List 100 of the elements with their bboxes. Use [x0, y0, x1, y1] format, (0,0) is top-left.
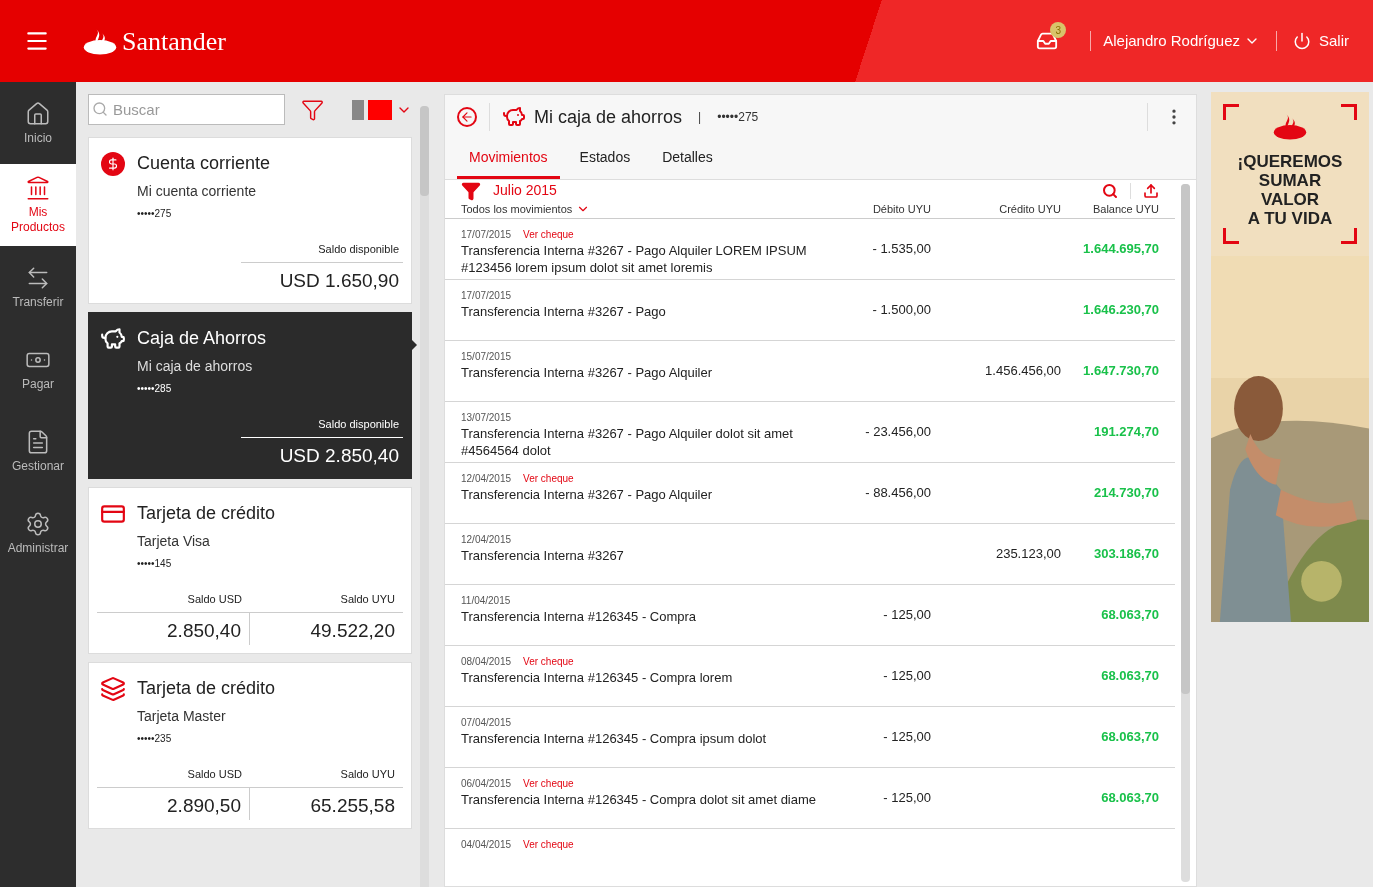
transaction-description: Transferencia Interna #126345 - Compra lorem	[461, 668, 734, 686]
transaction-description: Transferencia Interna #3267 - Pago Alquiler dolot sit amet #4564564 dolot	[461, 424, 794, 459]
product-card[interactable]: Tarjeta de crédito Tarjeta Master •••••235 Saldo USD Saldo UYU 2.890,50 65.255,58	[88, 662, 412, 829]
nav-item[interactable]: Gestionar	[0, 410, 76, 492]
logout-button[interactable]: Salir	[1293, 29, 1349, 53]
debit-amount: - 125,00	[882, 605, 931, 624]
balance-label: Saldo disponible	[318, 242, 400, 257]
product-name: Mi cuenta corriente	[137, 182, 258, 201]
balance-amount: 1.644.695,70	[1082, 239, 1159, 258]
back-icon[interactable]	[457, 107, 477, 127]
scrollbar[interactable]	[1181, 184, 1190, 882]
frame-corner	[1223, 228, 1239, 244]
balance-label: Saldo USD	[186, 767, 243, 782]
product-title: Tarjeta de crédito	[137, 677, 276, 700]
title-separator: |	[698, 109, 702, 126]
brand-name: Santander	[122, 25, 226, 58]
tab[interactable]: Estados	[567, 139, 643, 179]
transaction-date: 15/07/2015	[461, 349, 512, 364]
search-icon[interactable]	[1102, 182, 1118, 199]
product-name: Tarjeta Master	[137, 707, 227, 726]
filter-icon[interactable]	[461, 180, 481, 201]
frame-corner	[1341, 104, 1357, 120]
product-title: Cuenta corriente	[137, 152, 271, 175]
notification-badge: 3	[1050, 22, 1067, 38]
piggy-bank-icon	[100, 325, 126, 352]
cards-icon	[100, 675, 126, 702]
power-icon	[1293, 32, 1311, 50]
balance-amount: 191.274,70	[1092, 422, 1159, 441]
balance-label: Saldo USD	[186, 592, 243, 607]
transaction-date: 07/04/2015	[461, 715, 512, 730]
transaction-description: Transferencia Interna #3267	[461, 546, 625, 564]
ad-headline: ¡QUEREMOS SUMAR VALOR A TU VIDA	[1237, 152, 1343, 228]
view-check-link[interactable]: Ver cheque	[523, 653, 574, 669]
transaction-date: 12/04/2015	[461, 532, 512, 547]
search-icon	[92, 101, 108, 117]
debit-amount: - 23.456,00	[864, 422, 931, 441]
export-icon[interactable]	[1143, 182, 1159, 199]
balance-amount: 214.730,70	[1092, 483, 1159, 502]
transaction-description: Transferencia Interna #3267 - Pago Alquiler	[461, 485, 713, 503]
user-menu-button[interactable]: Alejandro Rodríguez	[1103, 29, 1260, 53]
transaction-description: Transferencia Interna #126345 - Compra dolot sit amet diame	[461, 790, 818, 808]
balance-amount: USD 1.650,90	[279, 268, 400, 293]
view-check-link[interactable]: Ver cheque	[523, 775, 574, 791]
balance-amount: USD 2.850,40	[279, 443, 400, 468]
account-number: •••••285	[137, 382, 173, 396]
transaction-description: Transferencia Interna #3267 - Pago	[461, 302, 667, 320]
search-field[interactable]: Buscar	[88, 94, 285, 125]
view-check-link[interactable]: Ver cheque	[523, 836, 574, 852]
nav-item[interactable]: Administrar	[0, 492, 76, 574]
frame-corner	[1341, 228, 1357, 244]
balance-amount: 68.063,70	[1100, 788, 1159, 807]
product-title: Caja de Ahorros	[137, 327, 267, 350]
balance-amount: 68.063,70	[1100, 605, 1159, 624]
product-card[interactable]: Cuenta corriente Mi cuenta corriente •••••275 Saldo disponible USD 1.650,90	[88, 137, 412, 304]
debit-amount: - 1.535,00	[871, 239, 931, 258]
dollar-icon	[101, 151, 125, 176]
home-icon	[25, 100, 51, 127]
credit-amount: 1.456.456,00	[984, 361, 1061, 380]
balance-amount: 1.646.230,70	[1082, 300, 1159, 319]
balance-amount: 303.186,70	[1092, 544, 1159, 563]
debit-amount: - 125,00	[882, 727, 931, 746]
period-label: Julio 2015	[493, 181, 557, 200]
account-title: Mi caja de ahorros	[534, 105, 683, 129]
transaction-date: 11/04/2015	[461, 593, 511, 608]
balance-amount: 2.850,40	[97, 612, 250, 645]
view-check-link[interactable]: Ver cheque	[523, 470, 574, 486]
movement-filter-dropdown[interactable]: Todos los movimientos	[461, 201, 851, 218]
transaction-date: 17/07/2015	[461, 227, 512, 242]
balance-amount: 68.063,70	[1100, 727, 1159, 746]
debit-amount: - 125,00	[882, 788, 931, 807]
nav-item[interactable]: Mis Productos	[0, 164, 76, 246]
column-header: Crédito UYU	[998, 202, 1061, 217]
transaction-date: 12/04/2015	[461, 471, 512, 486]
view-check-link[interactable]: Ver cheque	[523, 226, 574, 242]
nav-item[interactable]: Pagar	[0, 328, 76, 410]
credit-amount: 235.123,00	[994, 544, 1061, 563]
account-number: •••••235	[137, 732, 173, 746]
transaction-date: 17/07/2015	[461, 288, 512, 303]
account-number: •••••275	[717, 109, 759, 126]
nav-item[interactable]: Inicio	[0, 82, 76, 164]
balance-amount: 49.522,20	[309, 618, 396, 643]
nav-item[interactable]: Transferir	[0, 246, 76, 328]
tab[interactable]: Movimientos	[457, 139, 560, 179]
transaction-date: 13/07/2015	[461, 410, 512, 425]
scrollbar[interactable]	[420, 106, 429, 887]
balance-label: Saldo disponible	[318, 417, 400, 432]
product-card[interactable]: Tarjeta de crédito Tarjeta Visa •••••145 Saldo USD Saldo UYU 2.850,40 49.522,20	[88, 487, 412, 654]
bank-icon	[25, 175, 51, 201]
tab[interactable]: Detalles	[650, 139, 725, 179]
debit-amount: - 1.500,00	[871, 300, 931, 319]
transaction-description: Transferencia Interna #126345 - Compra ipsum dolot	[461, 729, 768, 747]
ad-banner[interactable]: ¡QUEREMOS SUMAR VALOR A TU VIDA	[1211, 92, 1369, 622]
debit-amount: - 125,00	[882, 666, 931, 685]
column-header: Balance UYU	[1091, 202, 1159, 217]
transaction-date: 06/04/2015	[461, 776, 512, 791]
frame-corner	[1223, 104, 1239, 120]
transaction-date: 04/04/2015	[461, 837, 512, 852]
product-name: Tarjeta Visa	[137, 532, 211, 551]
settings-icon	[25, 510, 51, 537]
transaction-description: Transferencia Interna #3267 - Pago Alquiler	[461, 363, 713, 381]
